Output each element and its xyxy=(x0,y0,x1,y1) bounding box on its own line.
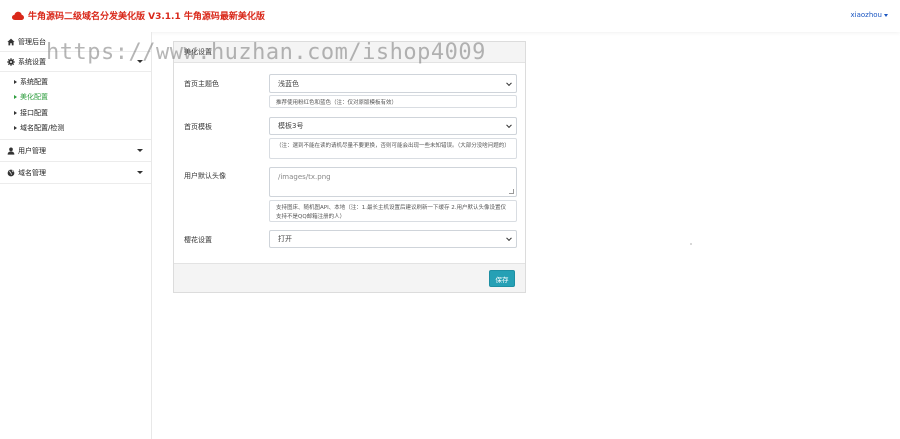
sidebar-item-label: 接口配置 xyxy=(20,108,48,117)
sidebar-group-label: 系统设置 xyxy=(18,57,46,66)
globe-icon xyxy=(7,169,15,176)
sidebar-item-label: 域名配置/检测 xyxy=(20,124,65,133)
top-header: 牛角源码二级域名分发美化版 V3.1.1 牛角源码最新美化版 xiaozhou xyxy=(0,0,900,32)
sidebar-item-label: 系统配置 xyxy=(20,77,48,86)
beautify-settings-card: 美化设置 首页主题色 浅蓝色 推荐使用粉红色和蓝色（注：仅对原版模板有效） 首页… xyxy=(173,41,526,293)
sakura-setting-select[interactable]: 打开 xyxy=(269,230,517,248)
theme-color-select[interactable]: 浅蓝色 xyxy=(269,74,517,93)
sidebar-item-beautify-config[interactable]: 美化配置 xyxy=(0,90,151,106)
sidebar-group-system-settings[interactable]: 系统设置 xyxy=(0,52,151,72)
decorative-dot xyxy=(690,243,692,245)
sidebar-item-label: 管理后台 xyxy=(18,37,46,46)
select-value: 打开 xyxy=(278,235,292,243)
sakura-setting-label: 樱花设置 xyxy=(184,236,212,244)
user-menu[interactable]: xiaozhou xyxy=(850,11,888,19)
sidebar-item-system-config[interactable]: 系统配置 xyxy=(0,74,151,90)
chevron-down-icon xyxy=(137,171,143,174)
cloud-icon xyxy=(12,11,24,20)
theme-color-help: 推荐使用粉红色和蓝色（注：仅对原版模板有效） xyxy=(269,95,517,108)
username: xiaozhou xyxy=(850,11,883,19)
homepage-template-label: 首页模板 xyxy=(184,123,212,131)
user-icon xyxy=(7,147,15,155)
select-value: 浅蓝色 xyxy=(278,79,299,88)
card-footer: 保存 xyxy=(174,263,525,292)
sidebar: 管理后台 系统设置 系统配置 美化配置 接口配置 域名配置/检测 用户管理 域名… xyxy=(0,32,152,439)
caret-down-icon xyxy=(884,13,888,17)
sidebar-item-domain-config[interactable]: 域名配置/检测 xyxy=(0,121,151,137)
caret-right-icon xyxy=(14,79,17,84)
select-value: 模板3号 xyxy=(278,122,304,130)
brand[interactable]: 牛角源码二级域名分发美化版 V3.1.1 牛角源码最新美化版 xyxy=(12,9,265,22)
caret-right-icon xyxy=(14,126,17,131)
theme-color-label: 首页主题色 xyxy=(184,80,219,88)
gear-icon xyxy=(7,57,15,66)
default-avatar-textarea[interactable]: /images/tx.png xyxy=(269,167,517,197)
home-icon xyxy=(7,38,15,45)
homepage-template-help: （注：選到不能在读的请机尽量不要更换，否则可能会出现一些未知错误。（大部分没啥问… xyxy=(269,138,517,159)
default-avatar-label: 用户默认头像 xyxy=(184,172,226,180)
textarea-value: /images/tx.png xyxy=(278,173,331,181)
sidebar-item-label: 美化配置 xyxy=(20,93,48,102)
chevron-down-icon xyxy=(506,79,512,86)
chevron-down-icon xyxy=(137,60,143,63)
sidebar-group-domain-management[interactable]: 域名管理 xyxy=(0,162,151,184)
sidebar-item-admin-home[interactable]: 管理后台 xyxy=(0,32,151,52)
sidebar-group-label: 用户管理 xyxy=(18,146,46,155)
homepage-template-select[interactable]: 模板3号 xyxy=(269,117,517,135)
resize-handle-icon[interactable] xyxy=(509,189,514,194)
default-avatar-help: 支持图床、随机图API、本地（注：1.最长主机设置后建议刷新一下缓存 2.用户默… xyxy=(269,200,517,222)
system-settings-submenu: 系统配置 美化配置 接口配置 域名配置/检测 xyxy=(0,72,151,140)
caret-right-icon xyxy=(14,95,17,100)
chevron-down-icon xyxy=(137,149,143,152)
chevron-down-icon xyxy=(506,235,512,242)
card-title: 美化设置 xyxy=(174,42,525,63)
save-button[interactable]: 保存 xyxy=(489,270,515,287)
sidebar-group-user-management[interactable]: 用户管理 xyxy=(0,140,151,162)
chevron-down-icon xyxy=(506,122,512,129)
app-title: 牛角源码二级域名分发美化版 V3.1.1 牛角源码最新美化版 xyxy=(28,12,265,22)
sidebar-group-label: 域名管理 xyxy=(18,168,46,177)
caret-right-icon xyxy=(14,110,17,115)
sidebar-item-api-config[interactable]: 接口配置 xyxy=(0,105,151,121)
